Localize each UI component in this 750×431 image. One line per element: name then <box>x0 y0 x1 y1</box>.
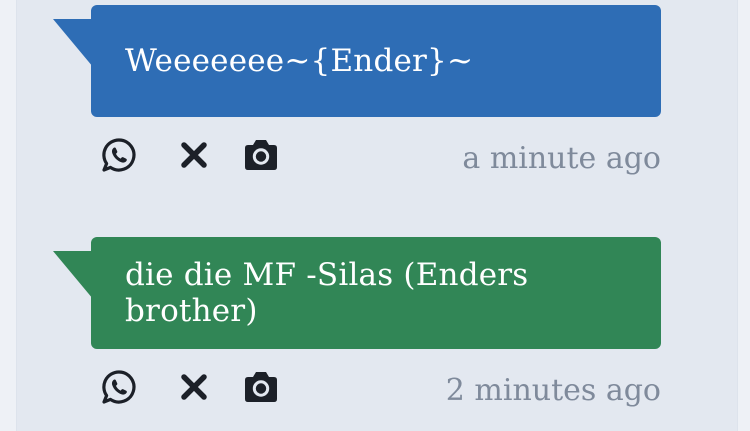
message-item: Weeeeeee~{Ender}~ a minute ago <box>53 5 661 189</box>
message-item: die die MF -Silas (Enders brother) 2 min… <box>53 237 661 421</box>
message-actions: a minute ago <box>91 117 661 189</box>
bubble-tail <box>53 19 93 67</box>
camera-icon[interactable] <box>241 135 281 175</box>
message-feed: Weeeeeee~{Ender}~ a minute ago die die M… <box>16 0 738 431</box>
timestamp: 2 minutes ago <box>445 373 661 408</box>
whatsapp-icon[interactable] <box>99 367 139 407</box>
timestamp: a minute ago <box>462 141 661 176</box>
message-actions: 2 minutes ago <box>91 349 661 421</box>
message-text: Weeeeeee~{Ender}~ <box>125 43 474 79</box>
feed-background: Weeeeeee~{Ender}~ a minute ago die die M… <box>0 0 750 431</box>
camera-icon[interactable] <box>241 367 281 407</box>
message-text: die die MF -Silas (Enders brother) <box>125 257 529 329</box>
message-bubble[interactable]: die die MF -Silas (Enders brother) <box>53 237 661 349</box>
message-bubble[interactable]: Weeeeeee~{Ender}~ <box>53 5 661 117</box>
whatsapp-icon[interactable] <box>99 135 139 175</box>
delete-x-icon[interactable] <box>174 367 214 407</box>
bubble-tail <box>53 251 93 299</box>
delete-x-icon[interactable] <box>174 135 214 175</box>
